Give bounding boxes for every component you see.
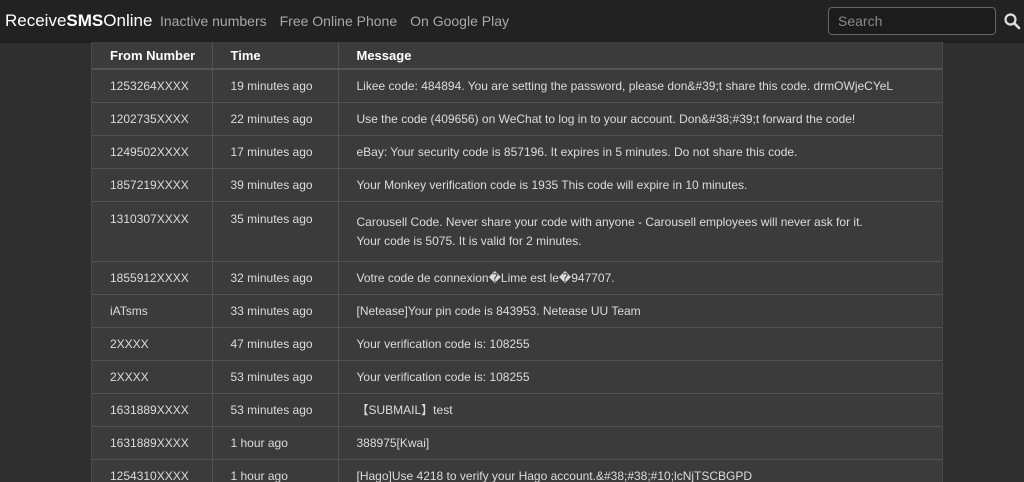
brand-text-post: Online xyxy=(103,11,152,30)
messages-panel: From Number Time Message 1253264XXXX 19 … xyxy=(91,42,943,482)
cell-from-number[interactable]: iATsms xyxy=(92,295,212,328)
table-row: 1310307XXXX 35 minutes ago Carousell Cod… xyxy=(92,202,942,262)
cell-message: 388975[Kwai] xyxy=(338,427,942,460)
cell-from-number[interactable]: 1310307XXXX xyxy=(92,202,212,262)
header-time: Time xyxy=(212,42,338,69)
cell-from-number[interactable]: 1631889XXXX xyxy=(92,427,212,460)
nav-link-inactive-numbers[interactable]: Inactive numbers xyxy=(160,13,267,29)
cell-message: eBay: Your security code is 857196. It e… xyxy=(338,136,942,169)
table-row: 1253264XXXX 19 minutes ago Likee code: 4… xyxy=(92,69,942,103)
messages-table: From Number Time Message 1253264XXXX 19 … xyxy=(92,42,942,482)
cell-time: 1 hour ago xyxy=(212,460,338,482)
cell-time: 19 minutes ago xyxy=(212,69,338,103)
cell-time: 32 minutes ago xyxy=(212,262,338,295)
nav-link-free-online-phone[interactable]: Free Online Phone xyxy=(280,13,398,29)
cell-from-number[interactable]: 1249502XXXX xyxy=(92,136,212,169)
cell-from-number[interactable]: 1855912XXXX xyxy=(92,262,212,295)
table-row: 2XXXX 53 minutes ago Your verification c… xyxy=(92,361,942,394)
table-row: 1202735XXXX 22 minutes ago Use the code … xyxy=(92,103,942,136)
cell-message: [Netease]Your pin code is 843953. Neteas… xyxy=(338,295,942,328)
cell-message: Likee code: 484894. You are setting the … xyxy=(338,69,942,103)
cell-from-number[interactable]: 1202735XXXX xyxy=(92,103,212,136)
table-row: 1631889XXXX 1 hour ago 388975[Kwai] xyxy=(92,427,942,460)
header-message: Message xyxy=(338,42,942,69)
table-row: 2XXXX 47 minutes ago Your verification c… xyxy=(92,328,942,361)
brand-text-pre: Receive xyxy=(5,11,66,30)
table-row: 1631889XXXX 53 minutes ago 【SUBMAIL】test xyxy=(92,394,942,427)
cell-message: Your Monkey verification code is 1935 Th… xyxy=(338,169,942,202)
cell-message: Use the code (409656) on WeChat to log i… xyxy=(338,103,942,136)
brand-logo[interactable]: ReceiveSMSOnline xyxy=(5,11,152,31)
search-icon[interactable] xyxy=(1003,12,1021,30)
cell-from-number[interactable]: 2XXXX xyxy=(92,361,212,394)
cell-time: 35 minutes ago xyxy=(212,202,338,262)
cell-message: Carousell Code. Never share your code wi… xyxy=(338,202,942,262)
cell-from-number[interactable]: 1254310XXXX xyxy=(92,460,212,482)
brand-text-bold: SMS xyxy=(66,11,103,30)
cell-time: 53 minutes ago xyxy=(212,361,338,394)
table-row: 1855912XXXX 32 minutes ago Votre code de… xyxy=(92,262,942,295)
cell-time: 39 minutes ago xyxy=(212,169,338,202)
header-from-number: From Number xyxy=(92,42,212,69)
cell-from-number[interactable]: 1253264XXXX xyxy=(92,69,212,103)
cell-time: 1 hour ago xyxy=(212,427,338,460)
cell-message: Your verification code is: 108255 xyxy=(338,328,942,361)
cell-from-number[interactable]: 1631889XXXX xyxy=(92,394,212,427)
cell-from-number[interactable]: 2XXXX xyxy=(92,328,212,361)
cell-message: Votre code de connexion�Lime est le�9477… xyxy=(338,262,942,295)
cell-time: 47 minutes ago xyxy=(212,328,338,361)
cell-time: 53 minutes ago xyxy=(212,394,338,427)
table-row: 1254310XXXX 1 hour ago [Hago]Use 4218 to… xyxy=(92,460,942,482)
cell-message: 【SUBMAIL】test xyxy=(338,394,942,427)
table-row: iATsms 33 minutes ago [Netease]Your pin … xyxy=(92,295,942,328)
navbar: ReceiveSMSOnline Inactive numbers Free O… xyxy=(0,0,1024,43)
table-row: 1249502XXXX 17 minutes ago eBay: Your se… xyxy=(92,136,942,169)
nav-link-google-play[interactable]: On Google Play xyxy=(410,13,509,29)
cell-from-number[interactable]: 1857219XXXX xyxy=(92,169,212,202)
cell-time: 22 minutes ago xyxy=(212,103,338,136)
cell-message: [Hago]Use 4218 to verify your Hago accou… xyxy=(338,460,942,482)
table-row: 1857219XXXX 39 minutes ago Your Monkey v… xyxy=(92,169,942,202)
cell-message: Your verification code is: 108255 xyxy=(338,361,942,394)
nav-links: Inactive numbers Free Online Phone On Go… xyxy=(160,13,509,29)
cell-time: 17 minutes ago xyxy=(212,136,338,169)
search-input[interactable] xyxy=(828,7,996,35)
cell-time: 33 minutes ago xyxy=(212,295,338,328)
table-header-row: From Number Time Message xyxy=(92,42,942,69)
